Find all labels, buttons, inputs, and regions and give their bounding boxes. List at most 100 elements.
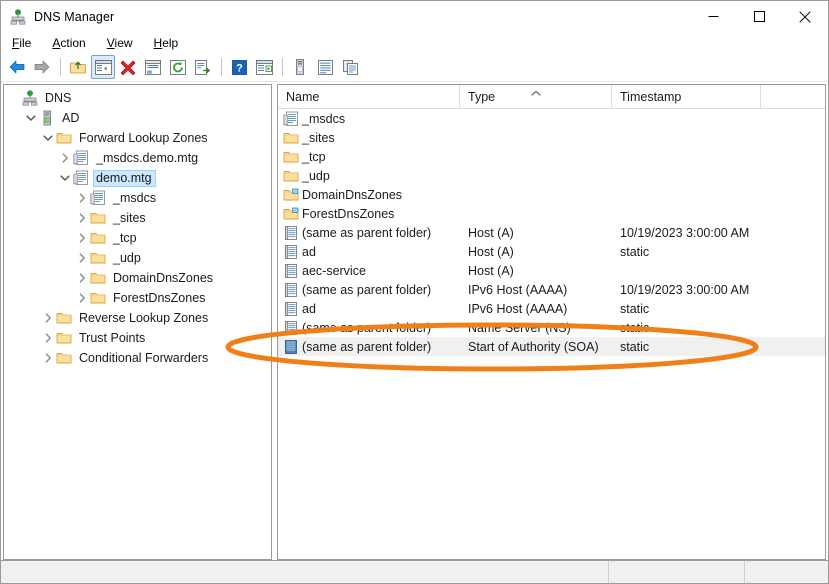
table-row[interactable]: DomainDnsZones xyxy=(278,185,825,204)
chevron-right-icon[interactable] xyxy=(74,230,90,246)
delete-icon[interactable] xyxy=(116,55,140,79)
tree-node-sites[interactable]: _sites xyxy=(4,208,271,228)
menu-action[interactable]: Action xyxy=(49,36,96,50)
tree-node-demo-mtg[interactable]: demo.mtg xyxy=(4,168,271,188)
tree-node-domaindnszones[interactable]: DomainDnsZones xyxy=(4,268,271,288)
record-selected-icon xyxy=(283,339,299,355)
tree-node-ad[interactable]: AD xyxy=(4,108,271,128)
table-row[interactable]: (same as parent folder)Start of Authorit… xyxy=(278,337,825,356)
tree-node-msdcs[interactable]: _msdcs xyxy=(4,188,271,208)
server-icon xyxy=(39,110,55,126)
chevron-right-icon[interactable] xyxy=(57,150,73,166)
table-row[interactable]: _udp xyxy=(278,166,825,185)
maximize-icon[interactable] xyxy=(736,1,782,32)
tree-node-msdcs-demo-mtg[interactable]: _msdcs.demo.mtg xyxy=(4,148,271,168)
chevron-right-icon[interactable] xyxy=(40,330,56,346)
run-icon[interactable] xyxy=(252,55,276,79)
tree-node-trust-points[interactable]: Trust Points xyxy=(4,328,271,348)
cell-type xyxy=(460,128,612,147)
export-list-icon[interactable] xyxy=(191,55,215,79)
column-header-type[interactable]: Type xyxy=(460,85,612,108)
minimize-icon[interactable] xyxy=(690,1,736,32)
table-row[interactable]: ForestDnsZones xyxy=(278,204,825,223)
up-folder-icon[interactable] xyxy=(66,55,90,79)
chevron-right-icon[interactable] xyxy=(74,270,90,286)
tree-node-label: _udp xyxy=(110,250,145,267)
column-header-timestamp[interactable]: Timestamp xyxy=(612,85,761,108)
chevron-right-icon[interactable] xyxy=(40,350,56,366)
cell-name-label: ad xyxy=(302,302,316,316)
tree-node-label: Forward Lookup Zones xyxy=(76,130,212,147)
record-icon xyxy=(283,263,299,279)
list-rows: _msdcs_sites_tcp _udp DomainDnsZones Forest… xyxy=(278,109,825,356)
menu-help-accel: H xyxy=(154,36,163,50)
forward-icon[interactable] xyxy=(30,55,54,79)
cell-name-label: aec-service xyxy=(302,264,366,278)
help-icon[interactable]: ? xyxy=(227,55,251,79)
chevron-right-icon[interactable] xyxy=(74,210,90,226)
menu-file[interactable]: File xyxy=(9,36,42,50)
table-row[interactable]: _msdcs xyxy=(278,109,825,128)
tree-node-tcp[interactable]: _tcp xyxy=(4,228,271,248)
menu-view-accel: V xyxy=(107,36,115,50)
table-row[interactable]: _sites xyxy=(278,128,825,147)
console-tree-pane[interactable]: DNS AD Forward Lookup Zones_msdcs.demo.mtg… xyxy=(3,84,272,560)
cell-timestamp: static xyxy=(612,299,761,318)
tree-node-label: AD xyxy=(59,110,83,127)
record-icon xyxy=(283,301,299,317)
chevron-right-icon[interactable] xyxy=(40,310,56,326)
tree-node-conditional-forwarders[interactable]: Conditional Forwarders xyxy=(4,348,271,368)
chevron-down-icon[interactable] xyxy=(23,110,39,126)
menu-help[interactable]: Help xyxy=(151,36,190,50)
chevron-right-icon[interactable] xyxy=(74,250,90,266)
tree-node-dns[interactable]: DNS xyxy=(4,88,271,108)
cell-name-label: _udp xyxy=(302,169,330,183)
table-row[interactable]: adHost (A)static xyxy=(278,242,825,261)
record-icon xyxy=(283,282,299,298)
copy-icon[interactable] xyxy=(338,55,362,79)
folder-icon xyxy=(56,350,72,366)
cell-timestamp: static xyxy=(612,318,761,337)
back-icon[interactable] xyxy=(5,55,29,79)
properties-icon[interactable] xyxy=(141,55,165,79)
menu-view-rest: iew xyxy=(115,36,133,50)
menu-view[interactable]: View xyxy=(104,36,144,50)
close-icon[interactable] xyxy=(782,1,828,32)
table-row[interactable]: (same as parent folder)IPv6 Host (AAAA)1… xyxy=(278,280,825,299)
cell-name-label: DomainDnsZones xyxy=(302,188,402,202)
tree-node-forward-lookup-zones[interactable]: Forward Lookup Zones xyxy=(4,128,271,148)
chevron-down-icon[interactable] xyxy=(40,130,56,146)
tree-node-udp[interactable]: _udp xyxy=(4,248,271,268)
folder-icon xyxy=(56,130,72,146)
table-row[interactable]: _tcp xyxy=(278,147,825,166)
table-row[interactable]: (same as parent folder)Name Server (NS)s… xyxy=(278,318,825,337)
cell-timestamp: static xyxy=(612,337,761,356)
cell-name-label: (same as parent folder) xyxy=(302,340,431,354)
column-header-blank[interactable] xyxy=(761,85,826,108)
table-row[interactable]: (same as parent folder)Host (A)10/19/202… xyxy=(278,223,825,242)
column-header-name[interactable]: Name xyxy=(278,85,460,108)
chevron-down-icon[interactable] xyxy=(57,170,73,186)
chevron-right-icon[interactable] xyxy=(74,190,90,206)
tree-node-label: DomainDnsZones xyxy=(110,270,217,287)
table-row[interactable]: aec-serviceHost (A) xyxy=(278,261,825,280)
list-column-headers: Name TypeTimestamp xyxy=(278,85,825,109)
toolbar-separator-3 xyxy=(282,58,283,76)
dns-manager-window: DNS Manager File Action View Help xyxy=(0,0,829,584)
table-row[interactable]: adIPv6 Host (AAAA)static xyxy=(278,299,825,318)
tree-node-reverse-lookup-zones[interactable]: Reverse Lookup Zones xyxy=(4,308,271,328)
records-list-pane[interactable]: Name TypeTimestamp _msdcs_sites_tcp _udp Do… xyxy=(277,84,826,560)
show-tree-icon[interactable] xyxy=(91,55,115,79)
server-icon[interactable] xyxy=(288,55,312,79)
sort-ascending-icon xyxy=(530,86,541,100)
cell-timestamp: 10/19/2023 3:00:00 AM xyxy=(612,223,761,242)
tree-node-forestdnszones[interactable]: ForestDnsZones xyxy=(4,288,271,308)
refresh-icon[interactable] xyxy=(166,55,190,79)
cell-name: _msdcs xyxy=(278,109,460,128)
column-header-label: Name xyxy=(286,90,319,104)
cell-type: Name Server (NS) xyxy=(460,318,612,337)
folder-icon xyxy=(90,230,106,246)
chevron-right-icon[interactable] xyxy=(74,290,90,306)
tree-node-label: DNS xyxy=(42,90,75,107)
list-icon[interactable] xyxy=(313,55,337,79)
